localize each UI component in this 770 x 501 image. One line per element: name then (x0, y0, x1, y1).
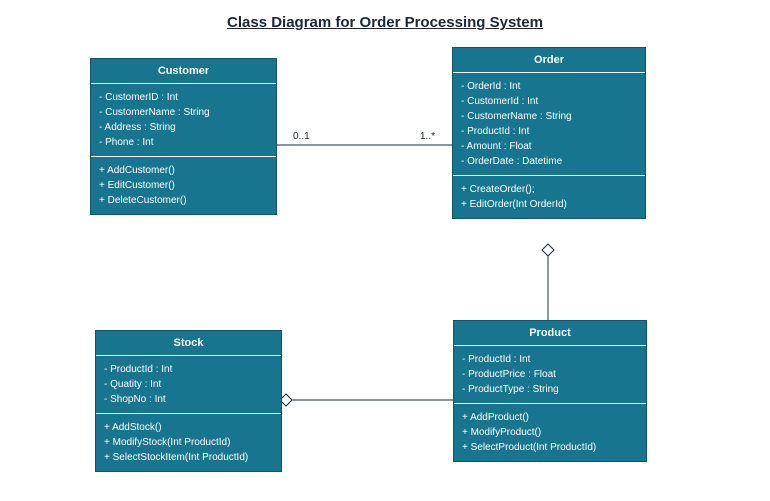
class-product-ops: + AddProduct() + ModifyProduct() + Selec… (454, 404, 646, 461)
class-customer-attrs: - CustomerID : Int - CustomerName : Stri… (91, 84, 276, 157)
class-customer: Customer - CustomerID : Int - CustomerNa… (90, 58, 277, 215)
attr: - OrderId : Int (461, 79, 637, 94)
class-order: Order - OrderId : Int - CustomerId : Int… (452, 47, 646, 219)
multiplicity-customer: 0..1 (293, 131, 310, 142)
attr: - Quatity : Int (104, 377, 273, 392)
op: + AddCustomer() (99, 163, 268, 178)
class-stock-ops: + AddStock() + ModifyStock(Int ProductId… (96, 414, 281, 471)
multiplicity-order: 1..* (420, 131, 435, 142)
op: + SelectStockItem(Int ProductId) (104, 450, 273, 465)
op: + ModifyStock(Int ProductId) (104, 435, 273, 450)
attr: - OrderDate : Datetime (461, 154, 637, 169)
op: + EditCustomer() (99, 178, 268, 193)
op: + SelectProduct(Int ProductId) (462, 440, 638, 455)
attr: - ProductType : String (462, 382, 638, 397)
op: + DeleteCustomer() (99, 193, 268, 208)
class-customer-ops: + AddCustomer() + EditCustomer() + Delet… (91, 157, 276, 214)
class-order-name: Order (453, 48, 645, 73)
op: + ModifyProduct() (462, 425, 638, 440)
attr: - CustomerID : Int (99, 90, 268, 105)
attr: - Phone : Int (99, 135, 268, 150)
class-stock-attrs: - ProductId : Int - Quatity : Int - Shop… (96, 356, 281, 414)
op: + AddStock() (104, 420, 273, 435)
diagram-canvas: 0..1 1..* Customer - CustomerID : Int - … (0, 0, 770, 501)
class-customer-name: Customer (91, 59, 276, 84)
attr: - CustomerId : Int (461, 94, 637, 109)
attr: - Amount : Float (461, 139, 637, 154)
attr: - ProductId : Int (461, 124, 637, 139)
class-product: Product - ProductId : Int - ProductPrice… (453, 320, 647, 462)
class-order-ops: + CreateOrder(); + EditOrder(Int OrderId… (453, 176, 645, 218)
attr: - ProductId : Int (104, 362, 273, 377)
op: + AddProduct() (462, 410, 638, 425)
class-stock-name: Stock (96, 331, 281, 356)
attr: - CustomerName : String (99, 105, 268, 120)
op: + EditOrder(Int OrderId) (461, 197, 637, 212)
attr: - ShopNo : Int (104, 392, 273, 407)
attr: - Address : String (99, 120, 268, 135)
attr: - ProductPrice : Float (462, 367, 638, 382)
class-stock: Stock - ProductId : Int - Quatity : Int … (95, 330, 282, 472)
class-product-name: Product (454, 321, 646, 346)
op: + CreateOrder(); (461, 182, 637, 197)
attr: - CustomerName : String (461, 109, 637, 124)
attr: - ProductId : Int (462, 352, 638, 367)
class-order-attrs: - OrderId : Int - CustomerId : Int - Cus… (453, 73, 645, 176)
class-product-attrs: - ProductId : Int - ProductPrice : Float… (454, 346, 646, 404)
